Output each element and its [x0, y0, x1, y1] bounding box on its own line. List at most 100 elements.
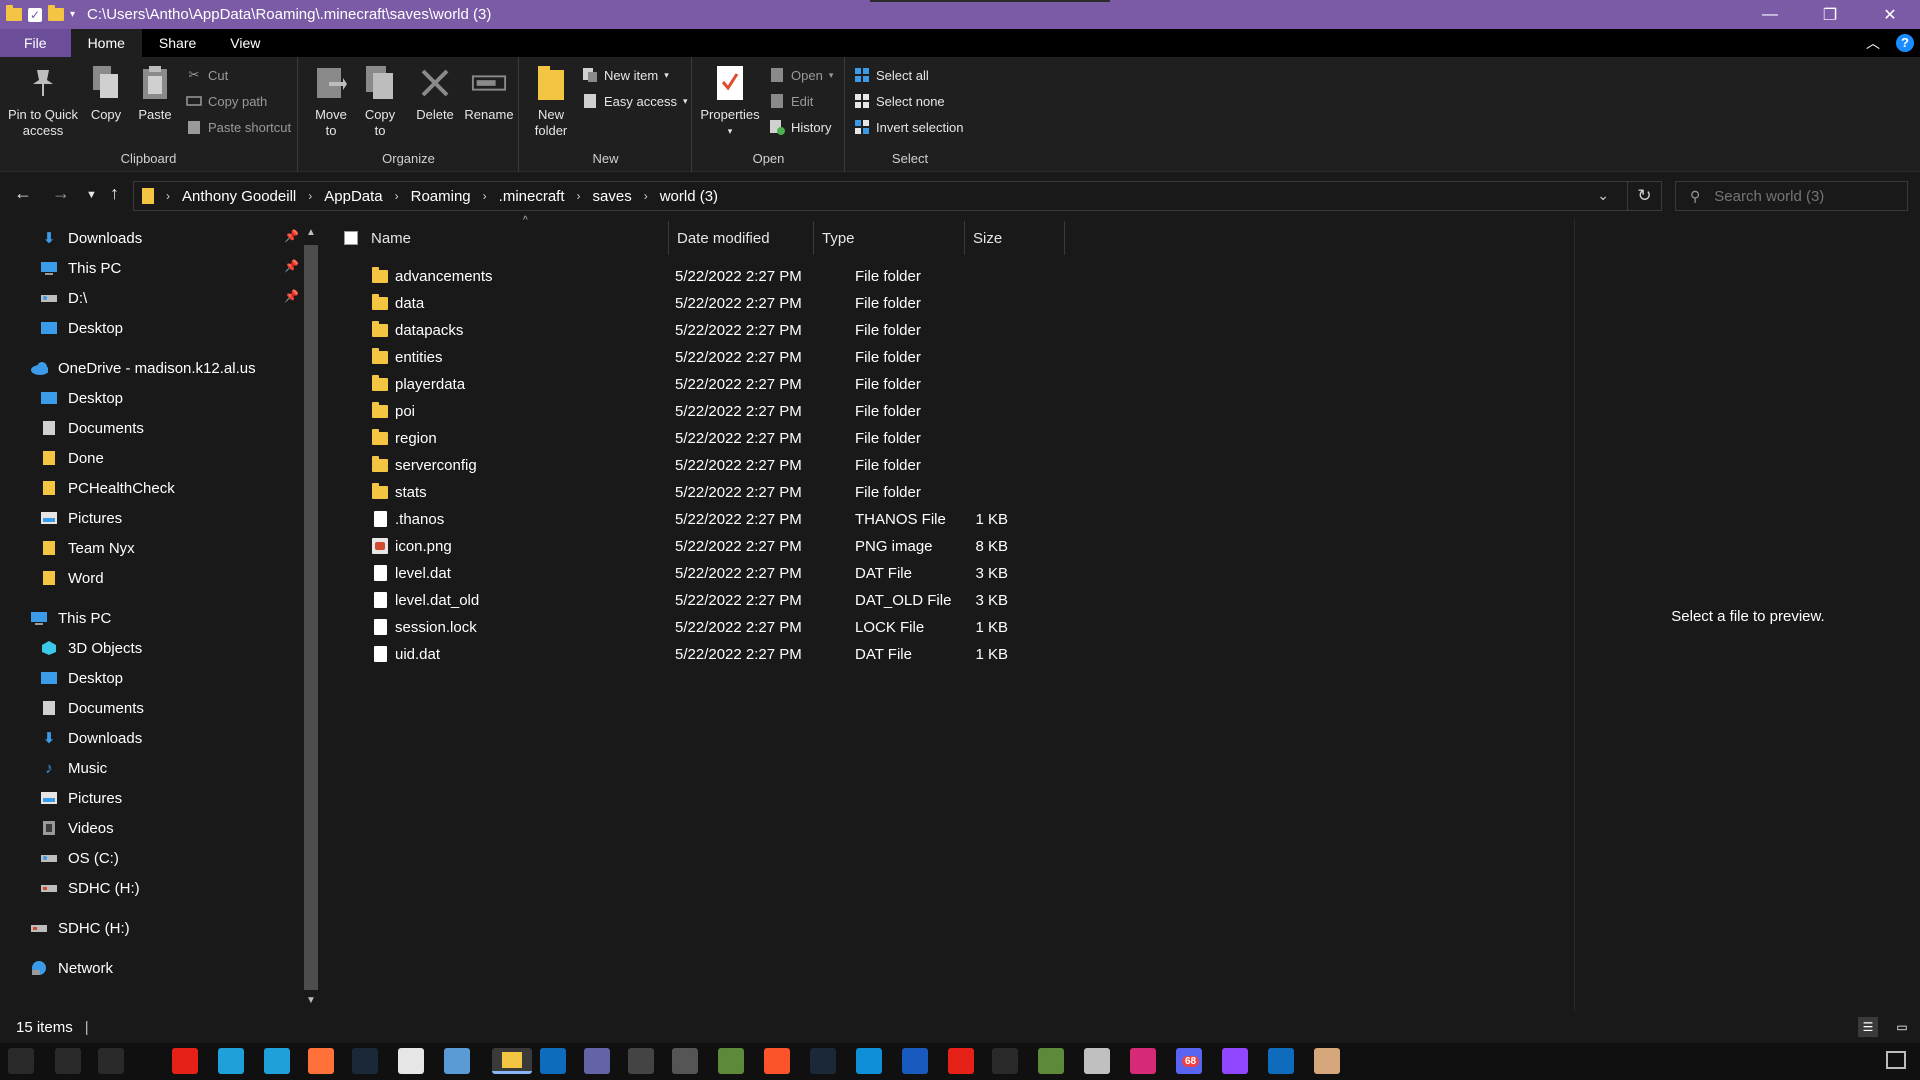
help-icon[interactable]: ? [1896, 34, 1914, 52]
breadcrumb-chevron-icon[interactable]: › [308, 189, 312, 203]
drawing-icon[interactable] [444, 1048, 470, 1074]
steam2-icon[interactable] [810, 1048, 836, 1074]
sidebar-item-pc-sdhc[interactable]: SDHC (H:) [40, 875, 140, 901]
sidebar-item-desktop-quick[interactable]: Desktop [40, 315, 123, 341]
breadcrumb-item[interactable]: saves [593, 188, 632, 205]
scrollbar-thumb[interactable] [304, 245, 318, 990]
breadcrumb-item[interactable]: .minecraft [499, 188, 565, 205]
breadcrumb-item[interactable]: Roaming [411, 188, 471, 205]
outlook-icon[interactable] [540, 1048, 566, 1074]
copy-to-button[interactable]: Copy to [360, 63, 400, 139]
sidebar-item-onedrive[interactable]: OneDrive - madison.k12.al.us [30, 355, 256, 381]
table-row[interactable]: region 5/22/2022 2:27 PM File folder [320, 425, 1120, 452]
address-bar[interactable]: › Anthony Goodeill › AppData › Roaming ›… [133, 181, 1662, 211]
select-all-button[interactable]: Select all [854, 65, 929, 85]
recent-locations-chevron-icon[interactable]: ▼ [86, 189, 97, 201]
notification-center-icon[interactable] [1886, 1051, 1906, 1069]
new-folder-quick-icon[interactable] [48, 5, 64, 21]
search-box[interactable]: ⚲ [1675, 181, 1908, 211]
scroll-up-arrow-icon[interactable]: ▲ [306, 227, 316, 238]
table-row[interactable]: playerdata 5/22/2022 2:27 PM File folder [320, 371, 1120, 398]
discord-icon[interactable]: 68 [1176, 1048, 1202, 1074]
sidebar-item-os-c[interactable]: OS (C:) [40, 845, 119, 871]
table-row[interactable]: poi 5/22/2022 2:27 PM File folder [320, 398, 1120, 425]
cube-icon[interactable] [992, 1048, 1018, 1074]
photos-icon[interactable] [1084, 1048, 1110, 1074]
sidebar-item-pc-videos[interactable]: Videos [40, 815, 114, 841]
sidebar-item-od-done[interactable]: Done [40, 445, 104, 471]
sidebar-item-pc-documents[interactable]: Documents [40, 695, 144, 721]
breadcrumb-chevron-icon[interactable]: › [483, 189, 487, 203]
table-row[interactable]: serverconfig 5/22/2022 2:27 PM File folder [320, 452, 1120, 479]
properties-button[interactable]: Properties ▾ [697, 63, 763, 139]
teams-icon[interactable] [584, 1048, 610, 1074]
table-row[interactable]: advancements 5/22/2022 2:27 PM File folder [320, 263, 1120, 290]
edge-beta-icon[interactable] [264, 1048, 290, 1074]
table-row[interactable]: entities 5/22/2022 2:27 PM File folder [320, 344, 1120, 371]
b-icon[interactable] [948, 1048, 974, 1074]
brave-icon[interactable] [764, 1048, 790, 1074]
paste-button[interactable]: Paste [135, 63, 175, 123]
notepad-icon[interactable] [398, 1048, 424, 1074]
sidebar-item-pc-pictures[interactable]: Pictures [40, 785, 122, 811]
table-row[interactable]: session.lock 5/22/2022 2:27 PM LOCK File 1 … [320, 614, 1120, 641]
select-all-checkbox[interactable] [344, 231, 358, 245]
table-row[interactable]: stats 5/22/2022 2:27 PM File folder [320, 479, 1120, 506]
edit-button[interactable]: Edit [769, 91, 813, 111]
refresh-icon[interactable]: ↻ [1627, 182, 1661, 210]
app-icon[interactable] [672, 1048, 698, 1074]
sidebar-item-d-drive[interactable]: D:\ [40, 285, 87, 311]
sidebar-item-pc-music[interactable]: ♪ Music [40, 755, 107, 781]
sidebar-item-od-pchealthcheck[interactable]: PCHealthCheck [40, 475, 175, 501]
rename-button[interactable]: Rename [463, 63, 515, 123]
breadcrumb-chevron-icon[interactable]: › [577, 189, 581, 203]
tab-home[interactable]: Home [70, 29, 142, 57]
easy-access-button[interactable]: Easy access ▾ [582, 91, 688, 111]
cut-button[interactable]: ✂ Cut [186, 65, 229, 85]
file-explorer-icon[interactable] [492, 1048, 532, 1074]
column-header-name[interactable]: Name ^ [363, 215, 669, 255]
collapse-ribbon-icon[interactable]: ︿ [1866, 33, 1880, 53]
table-row[interactable]: icon.png 5/22/2022 2:27 PM PNG image 8 KB [320, 533, 1120, 560]
sidebar-item-thispc-quick[interactable]: This PC [40, 255, 121, 281]
paste-shortcut-button[interactable]: Paste shortcut [186, 117, 291, 137]
breadcrumb-chevron-icon[interactable]: › [166, 189, 170, 203]
task-view-icon[interactable] [98, 1048, 124, 1074]
breadcrumb-chevron-icon[interactable]: › [395, 189, 399, 203]
move-to-button[interactable]: Move to [311, 63, 351, 139]
open-button[interactable]: Open ▾ [769, 65, 833, 85]
copy-button[interactable]: Copy [86, 63, 126, 123]
delete-button[interactable]: Delete [413, 63, 457, 123]
sidebar-item-od-word[interactable]: Word [40, 565, 104, 591]
sidebar-item-downloads-quick[interactable]: ⬇ Downloads [40, 225, 143, 251]
select-none-button[interactable]: Select none [854, 91, 945, 111]
table-row[interactable]: uid.dat 5/22/2022 2:27 PM DAT File 1 KB [320, 641, 1120, 668]
pin-to-quick-access-button[interactable]: Pin to Quick access [6, 63, 80, 139]
minimize-button[interactable]: — [1740, 0, 1800, 29]
roblox-icon[interactable] [628, 1048, 654, 1074]
back-arrow-icon[interactable]: ← [14, 183, 32, 204]
table-row[interactable]: level.dat 5/22/2022 2:27 PM DAT File 3 KB [320, 560, 1120, 587]
minecraft-launcher-icon[interactable] [1038, 1048, 1064, 1074]
breadcrumb-item[interactable]: world (3) [660, 188, 718, 205]
firefox-icon[interactable] [308, 1048, 334, 1074]
quick-access-dropdown-icon[interactable]: ▾ [70, 9, 75, 20]
twitch-icon[interactable] [1222, 1048, 1248, 1074]
sidebar-scrollbar[interactable]: ▲ ▼ [302, 219, 320, 1011]
sidebar-item-od-documents[interactable]: Documents [40, 415, 144, 441]
properties-quick-icon[interactable]: ✓ [28, 7, 42, 22]
sidebar-item-3d-objects[interactable]: 3D Objects [40, 635, 142, 661]
column-header-size[interactable]: Size [965, 221, 1065, 255]
start-icon[interactable] [8, 1048, 34, 1074]
large-icons-view-icon[interactable]: ▭ [1892, 1017, 1912, 1037]
instagram-icon[interactable] [1130, 1048, 1156, 1074]
table-row[interactable]: .thanos 5/22/2022 2:27 PM THANOS File 1 KB [320, 506, 1120, 533]
edge-icon[interactable] [218, 1048, 244, 1074]
sidebar-item-od-pictures[interactable]: Pictures [40, 505, 122, 531]
tab-share[interactable]: Share [142, 29, 213, 57]
search-icon[interactable] [55, 1048, 81, 1074]
pin-icon[interactable]: 📌 [284, 259, 299, 273]
sidebar-item-network[interactable]: Network [30, 955, 113, 981]
scroll-down-arrow-icon[interactable]: ▼ [306, 995, 316, 1006]
breadcrumb-item[interactable]: AppData [324, 188, 382, 205]
